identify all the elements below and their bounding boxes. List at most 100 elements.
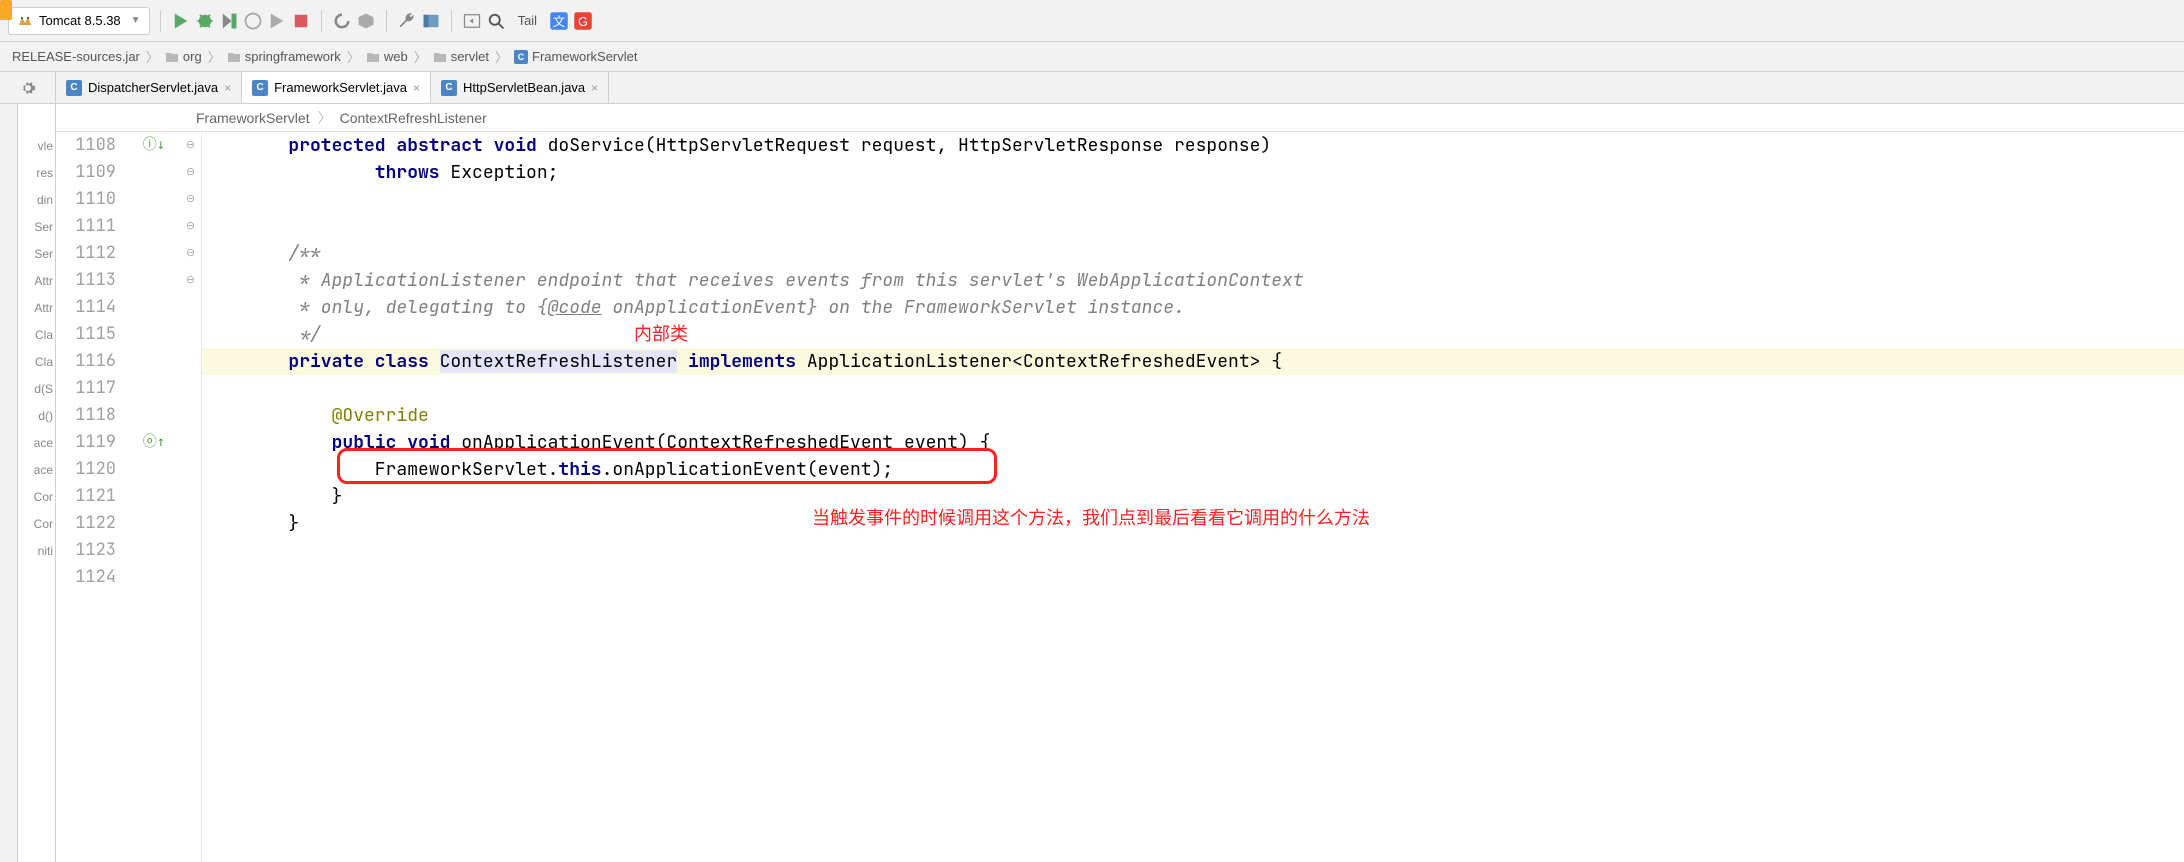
outline-item[interactable]: Ser [18,240,55,267]
box-icon[interactable] [356,11,376,31]
outline-item[interactable]: Ser [18,213,55,240]
separator [160,10,161,32]
gutter-marker [128,510,180,537]
outline-item[interactable]: ace [18,456,55,483]
chevron-down-icon: ▼ [131,15,141,26]
run-coverage-button[interactable] [219,11,239,31]
code-body[interactable]: 1108110911101111111211131114111511161117… [56,132,2184,862]
tomcat-icon [17,13,33,29]
breadcrumb-pkg[interactable]: web [362,49,412,64]
gutter-marker [128,375,180,402]
gutter-marker [128,402,180,429]
run-configuration-selector[interactable]: Tomcat 8.5.38 ▼ [8,7,150,35]
outline-item[interactable]: res [18,159,55,186]
java-class-icon: C [252,80,268,96]
breadcrumb-pkg[interactable]: org [161,49,206,64]
outline-item[interactable]: din [18,186,55,213]
breadcrumb-class[interactable]: CFrameworkServlet [510,49,641,64]
code-line[interactable]: private class ContextRefreshListener imp… [202,348,2184,375]
editor-settings[interactable] [0,72,56,103]
fold-marker[interactable]: ⊖ [180,267,201,294]
code-line[interactable] [202,186,2184,213]
run-button[interactable] [171,11,191,31]
implements-icon[interactable]: ⓘ↓ [143,137,165,153]
breadcrumb-member-name[interactable]: ContextRefreshListener [340,110,487,126]
editor-tab[interactable]: C FrameworkServlet.java × [242,72,431,103]
tab-label: HttpServletBean.java [463,80,585,95]
main-toolbar: Tomcat 8.5.38 ▼ Tail 文 G [0,0,2184,42]
java-class-icon: C [66,80,82,96]
fold-marker[interactable]: ⊖ [180,213,201,240]
outline-item[interactable]: Cor [18,510,55,537]
profile-button[interactable] [243,11,263,31]
editor-tab[interactable]: C DispatcherServlet.java × [56,72,242,103]
breadcrumb-pkg[interactable]: servlet [429,49,493,64]
editor-tabs: C DispatcherServlet.java × C FrameworkServle… [0,72,2184,104]
outline-item[interactable]: ace [18,429,55,456]
navigation-breadcrumb: RELEASE-sources.jar 〉 org 〉 springframew… [0,42,2184,72]
override-icon[interactable]: ⓞ↑ [143,434,165,450]
fold-marker[interactable]: ⊖ [180,240,201,267]
breadcrumb-class-name[interactable]: FrameworkServlet [196,110,310,126]
line-number: 1114 [56,294,116,321]
breadcrumb-jar[interactable]: RELEASE-sources.jar [8,49,144,64]
code-line[interactable] [202,213,2184,240]
code-line[interactable]: protected abstract void doService(HttpSe… [202,132,2184,159]
line-number: 1109 [56,159,116,186]
gutter-marker [128,321,180,348]
gutter-marker [128,483,180,510]
line-number: 1123 [56,537,116,564]
editor-area: vleresdinSerSerAttrAttrClaClad(Sd()aceac… [0,104,2184,862]
code-editor: FrameworkServlet 〉 ContextRefreshListene… [56,104,2184,862]
outline-item[interactable]: d(S [18,375,55,402]
wrench-icon[interactable] [397,11,417,31]
tab-label: FrameworkServlet.java [274,80,407,95]
outline-item[interactable]: Attr [18,267,55,294]
outline-item[interactable]: d() [18,402,55,429]
code-line[interactable] [202,537,2184,564]
line-number: 1119 [56,429,116,456]
outline-item[interactable]: niti [18,537,55,564]
code-line[interactable]: @Override [202,402,2184,429]
outline-item[interactable]: Attr [18,294,55,321]
project-structure-icon[interactable] [421,11,441,31]
tab-label: DispatcherServlet.java [88,80,218,95]
debug-button[interactable] [195,11,215,31]
search-button[interactable] [486,11,506,31]
code-content[interactable]: 内部类 当触发事件的时候调用这个方法，我们点到最后看看它调用的什么方法 prot… [202,132,2184,862]
gutter-marker [128,456,180,483]
folder-icon [227,50,241,64]
fold-marker[interactable]: ⊖ [180,159,201,186]
line-number-gutter: 1108110911101111111211131114111511161117… [56,132,128,862]
structure-outline: vleresdinSerSerAttrAttrClaClad(Sd()aceac… [18,104,56,862]
code-line[interactable]: * ApplicationListener endpoint that rece… [202,267,2184,294]
back-button[interactable] [462,11,482,31]
code-line[interactable]: */ [202,321,2184,348]
close-icon[interactable]: × [413,81,420,95]
outline-item[interactable]: Cla [18,348,55,375]
close-icon[interactable]: × [224,81,231,95]
fold-marker[interactable]: ⊖ [180,132,201,159]
code-line[interactable] [202,564,2184,591]
code-line[interactable] [202,375,2184,402]
editor-tab[interactable]: CHttpServletBean.java× [431,72,609,103]
code-line[interactable]: /** [202,240,2184,267]
update-button[interactable] [332,11,352,31]
translate-alt-icon[interactable]: G [573,11,593,31]
outline-item[interactable]: Cor [18,483,55,510]
close-icon[interactable]: × [591,81,598,95]
fold-marker[interactable]: ⊖ [180,186,201,213]
folder-icon [165,50,179,64]
attach-button[interactable] [267,11,287,31]
gutter-marker: ⓘ↓ [128,132,180,159]
breadcrumb-pkg[interactable]: springframework [223,49,345,64]
code-line[interactable]: throws Exception; [202,159,2184,186]
code-line[interactable]: * only, delegating to {@code onApplicati… [202,294,2184,321]
outline-item[interactable]: vle [18,132,55,159]
line-number: 1124 [56,564,116,591]
translate-icon[interactable]: 文 [549,11,569,31]
line-number: 1117 [56,375,116,402]
outline-item[interactable]: Cla [18,321,55,348]
stop-button[interactable] [291,11,311,31]
line-number: 1115 [56,321,116,348]
